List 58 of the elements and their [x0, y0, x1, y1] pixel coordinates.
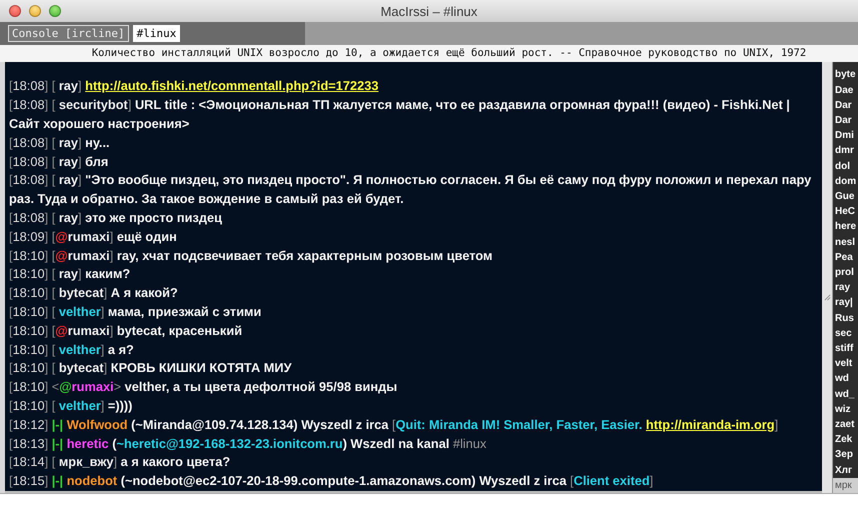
chat-message: [18:10] [ ray] каким?	[9, 265, 132, 284]
nick-list-item[interactable]: Хлг	[833, 462, 858, 478]
nick-list-item[interactable]: wiz	[833, 402, 858, 417]
chat-message: [18:08] [ ray] бля	[9, 152, 110, 171]
nick-list-item[interactable]: Dae	[833, 82, 858, 98]
nick-list-item[interactable]: byte	[833, 67, 858, 83]
chat-message: [18:10] [ velther] =))))	[9, 397, 134, 416]
nick-list-item[interactable]: Dmi	[833, 128, 858, 144]
nick-list-item[interactable]: zaet	[833, 416, 858, 432]
chat-message: [18:10] [ bytecat] А я какой?	[9, 284, 179, 302]
chat-message: [18:15] |-| nodebot (~nodebot@ec2-107-20-18-99.compute-1.amazonaws.com) Wyszedl z irca [Client exited]	[9, 472, 654, 490]
nick-list-item[interactable]: Dar	[833, 98, 858, 113]
nick-list-item[interactable]: HeC	[833, 204, 858, 220]
chat-message: [18:08] [ ray] ну...	[9, 134, 111, 152]
chat-message: [18:10] [@rumaxi] bytecat, красенький	[9, 322, 244, 340]
chat-message: [18:12] |-| Wolfwood (~Miranda@109.74.128.134) Wyszedl z irca [Quit: Miranda IM! Smaller, Faster, Easier. http://miranda-im.org]	[9, 416, 780, 434]
nick-list-item[interactable]: here	[833, 219, 858, 235]
nick-list-item[interactable]: nesl	[833, 234, 858, 250]
nick-list-item[interactable]: wd	[833, 371, 858, 387]
chat-message: [18:14] [ мрк_вжу] а я какого цвета?	[9, 453, 232, 472]
close-icon[interactable]	[9, 5, 21, 17]
message-input-field[interactable]	[0, 493, 858, 519]
nick-list-item[interactable]: sec	[833, 326, 858, 341]
nick-list-item[interactable]: Зер	[833, 447, 858, 463]
chat-message: [18:10] [@rumaxi] ray, хчат подсвечивает тебя характерным розовым цветом	[9, 246, 494, 265]
chat-message: [18:10] [ bytecat] КРОВЬ КИШКИ КОТЯТА МИУ	[9, 359, 293, 378]
zoom-icon[interactable]	[49, 5, 61, 17]
chat-message: [18:08] [ ray] http://auto.fishki.net/commentall.php?id=172233	[9, 77, 380, 96]
chat-message: [18:08] [ ray] это же просто пиздец	[9, 209, 223, 228]
nick-list-item[interactable]: stiff	[833, 340, 858, 356]
nick-list-item[interactable]: velt	[833, 356, 858, 372]
tab[interactable]: Console [ircline]	[8, 25, 129, 42]
chat-message: [18:10] <@rumaxi> velther, а ты цвета дефолтной 95/98 винды	[9, 378, 398, 396]
chat-message: [18:10] [ velther] а я?	[9, 340, 135, 359]
window-title: MacIrssi – #linux	[380, 4, 478, 18]
nick-list-item[interactable]: dmr	[833, 143, 858, 159]
nick-list-item[interactable]: prol	[833, 264, 858, 280]
nick-list-item[interactable]: Pea	[833, 250, 858, 265]
nick-list-item[interactable]: мрк	[833, 478, 858, 493]
nick-list-item[interactable]: Rus	[833, 310, 858, 326]
nick-list-item[interactable]: wd_	[833, 386, 858, 402]
link[interactable]: http://miranda-im.org	[646, 416, 775, 432]
resize-grip-icon[interactable]	[824, 294, 830, 301]
chat-message: [18:09] [@rumaxi] ещё один	[9, 228, 178, 246]
nick-list-item[interactable]: Zek	[833, 432, 858, 448]
nick-list-item[interactable]: dol	[833, 158, 858, 174]
link[interactable]: http://auto.fishki.net/commentall.php?id=172233	[85, 78, 378, 94]
minimize-icon[interactable]	[29, 5, 41, 17]
chat-message: [18:08] [ ray] "Это вообще пиздец, это пиздец просто". Я полностью согласен. Я бы её саму под фуру положил и перехал пару раз. Туда и обратно. За такое вождение в самый раз ей будет.	[9, 171, 812, 208]
nick-list-item[interactable]: Gue	[833, 188, 858, 204]
chat-message: [18:10] [ velther] мама, приезжай с этими	[9, 303, 262, 322]
nick-list-item[interactable]: Dar	[833, 112, 858, 128]
nick-list-item[interactable]: ray	[833, 280, 858, 296]
channel-topic: Количество инсталляций UNIX возросло до 10, а ожидается ещё больший рост. -- Справочное руководство по UNIX, 1972	[0, 45, 858, 62]
chat-message: [18:13] |-| heretic (~heretic@192-168-132-23.ionitcom.ru) Wszedl na kanal #linux	[9, 434, 488, 453]
nick-list-item[interactable]: dom	[833, 174, 858, 189]
nick-list-item[interactable]: ray|	[833, 295, 858, 311]
tab[interactable]: #linux	[132, 25, 180, 42]
